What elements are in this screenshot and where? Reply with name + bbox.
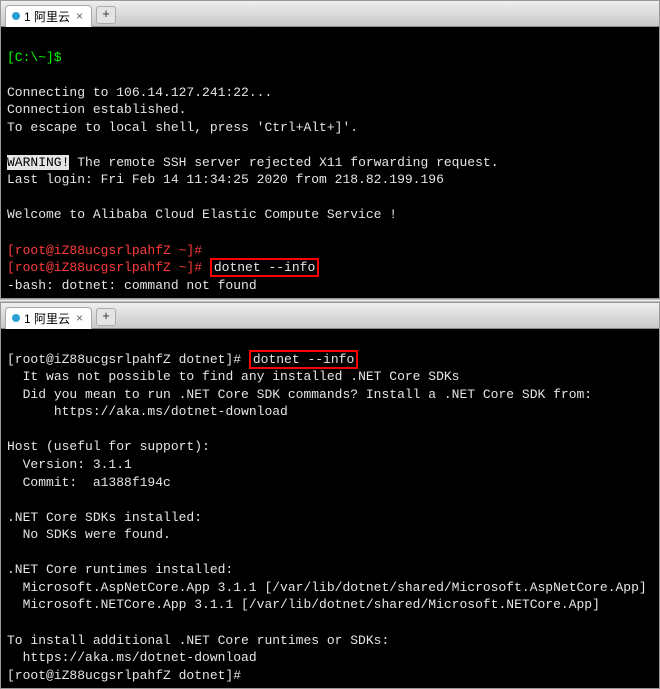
highlighted-command-2: dotnet --info bbox=[249, 350, 358, 369]
highlighted-command-1: dotnet --info bbox=[210, 258, 319, 277]
terminal-output-2[interactable]: [root@iZ88ucgsrlpahfZ dotnet]# dotnet --… bbox=[1, 329, 659, 688]
close-icon[interactable]: × bbox=[74, 9, 85, 23]
terminal-window-1: 1 阿里云 × + [C:\~]$ Connecting to 106.14.1… bbox=[0, 0, 660, 299]
warning-rest: The remote SSH server rejected X11 forwa… bbox=[69, 155, 498, 170]
line-established: Connection established. bbox=[7, 102, 186, 117]
line-err2: Did you mean to run .NET Core SDK comman… bbox=[7, 387, 592, 402]
line-connecting: Connecting to 106.14.127.241:22... bbox=[7, 85, 272, 100]
warning-label: WARNING! bbox=[7, 155, 69, 170]
shell-prompt-2: [root@iZ88ucgsrlpahfZ ~]# bbox=[7, 260, 210, 275]
line-version: Version: 3.1.1 bbox=[7, 457, 132, 472]
tab-label: 1 阿里云 bbox=[24, 310, 70, 327]
close-icon[interactable]: × bbox=[74, 311, 85, 325]
tab-label: 1 阿里云 bbox=[24, 8, 70, 25]
line-bash-error: -bash: dotnet: command not found bbox=[7, 278, 257, 293]
shell-prompt-4: [root@iZ88ucgsrlpahfZ dotnet]# bbox=[7, 668, 241, 683]
line-escape: To escape to local shell, press 'Ctrl+Al… bbox=[7, 120, 358, 135]
line-err3: https://aka.ms/dotnet-download bbox=[7, 404, 288, 419]
line-commit: Commit: a1388f194c bbox=[7, 475, 171, 490]
line-welcome: Welcome to Alibaba Cloud Elastic Compute… bbox=[7, 207, 397, 222]
shell-prompt-1: [root@iZ88ucgsrlpahfZ ~]# bbox=[7, 243, 210, 258]
local-prompt: [C:\~]$ bbox=[7, 50, 62, 65]
install-header: To install additional .NET Core runtimes… bbox=[7, 633, 389, 648]
tab-active[interactable]: 1 阿里云 × bbox=[5, 5, 92, 27]
tab-add-button[interactable]: + bbox=[96, 308, 116, 326]
tab-bar: 1 阿里云 × + bbox=[1, 303, 659, 329]
tab-active[interactable]: 1 阿里云 × bbox=[5, 307, 92, 329]
runtimes-header: .NET Core runtimes installed: bbox=[7, 562, 233, 577]
tab-status-dot-icon bbox=[12, 314, 20, 322]
line-lastlogin: Last login: Fri Feb 14 11:34:25 2020 fro… bbox=[7, 172, 444, 187]
line-err1: It was not possible to find any installe… bbox=[7, 369, 459, 384]
shell-prompt-3: [root@iZ88ucgsrlpahfZ dotnet]# bbox=[7, 352, 249, 367]
line-sdks-none: No SDKs were found. bbox=[7, 527, 171, 542]
line-runtime1: Microsoft.AspNetCore.App 3.1.1 [/var/lib… bbox=[7, 580, 647, 595]
terminal-window-2: 1 阿里云 × + [root@iZ88ucgsrlpahfZ dotnet]#… bbox=[0, 302, 660, 689]
tab-bar: 1 阿里云 × + bbox=[1, 1, 659, 27]
tab-add-button[interactable]: + bbox=[96, 6, 116, 24]
line-runtime2: Microsoft.NETCore.App 3.1.1 [/var/lib/do… bbox=[7, 597, 600, 612]
tab-status-dot-icon bbox=[12, 12, 20, 20]
terminal-output-1[interactable]: [C:\~]$ Connecting to 106.14.127.241:22.… bbox=[1, 27, 659, 298]
host-header: Host (useful for support): bbox=[7, 439, 210, 454]
line-install-url: https://aka.ms/dotnet-download bbox=[7, 650, 257, 665]
sdks-header: .NET Core SDKs installed: bbox=[7, 510, 202, 525]
